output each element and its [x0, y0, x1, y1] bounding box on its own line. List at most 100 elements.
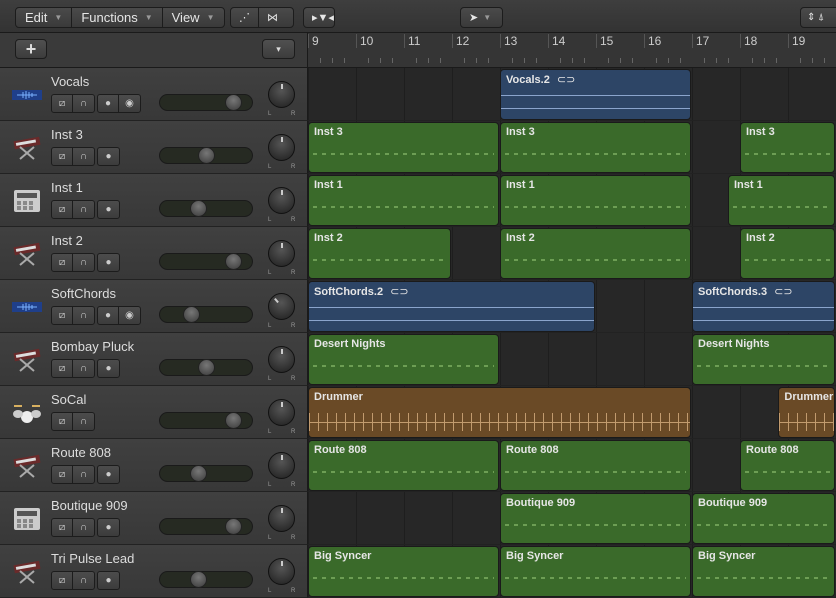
track-lane[interactable]: SoftChords.2 ⊂⊃SoftChords.3 ⊂⊃ [308, 280, 836, 333]
volume-handle[interactable] [225, 253, 242, 270]
track-lane[interactable]: Desert Nights Desert Nights [308, 333, 836, 386]
track-name[interactable]: Tri Pulse Lead [51, 551, 134, 566]
audio-region[interactable]: Vocals.2 ⊂⊃ [500, 69, 691, 120]
track-lane[interactable]: Drummer Drummer [308, 386, 836, 439]
pan-knob[interactable] [268, 240, 295, 267]
solo-headphones-button[interactable]: ∩ [73, 254, 94, 271]
track-name[interactable]: SoCal [51, 392, 86, 407]
automation-icon[interactable]: ⋰ [231, 8, 259, 27]
track-name[interactable]: Vocals [51, 74, 89, 89]
midi-region[interactable]: Route 808 [740, 440, 835, 491]
volume-handle[interactable] [190, 465, 207, 482]
pan-knob[interactable] [268, 187, 295, 214]
mute-button[interactable]: ⧄ [52, 466, 73, 483]
midi-region[interactable]: Desert Nights [308, 334, 499, 385]
solo-headphones-button[interactable]: ∩ [73, 360, 94, 377]
bar-ruler[interactable]: 910111213141516171819 [308, 33, 836, 68]
volume-slider[interactable] [159, 94, 253, 111]
solo-headphones-button[interactable]: ∩ [73, 413, 94, 430]
track-header[interactable]: SoCal ⧄∩ L R [0, 386, 308, 439]
tool-menu[interactable]: ➤▼ [460, 7, 503, 28]
pan-knob[interactable] [268, 452, 295, 479]
record-enable-button[interactable]: ● [98, 466, 119, 483]
record-enable-button[interactable]: ● [98, 519, 119, 536]
midi-region[interactable]: Inst 2 [500, 228, 691, 279]
track-lane[interactable]: Inst 2 Inst 2 Inst 2 [308, 227, 836, 280]
volume-handle[interactable] [198, 147, 215, 164]
midi-region[interactable]: Inst 1 [500, 175, 691, 226]
pan-knob[interactable] [268, 505, 295, 532]
pan-knob[interactable] [268, 399, 295, 426]
volume-handle[interactable] [190, 571, 207, 588]
midi-region[interactable]: Big Syncer [308, 546, 499, 597]
catch-playhead-icon[interactable]: ▸▼◂ [304, 8, 342, 27]
view-menu[interactable]: View▼ [163, 8, 224, 27]
record-enable-button[interactable]: ● [98, 148, 119, 165]
volume-handle[interactable] [225, 518, 242, 535]
global-tracks-button[interactable]: ▾ [262, 39, 295, 59]
track-lane[interactable]: Inst 3Inst 3Inst 3 [308, 121, 836, 174]
midi-region[interactable]: Desert Nights [692, 334, 835, 385]
drummer-region[interactable]: Drummer [778, 387, 835, 438]
volume-handle[interactable] [198, 359, 215, 376]
track-name[interactable]: Inst 2 [51, 233, 83, 248]
add-track-button[interactable]: + [15, 39, 47, 59]
pan-knob[interactable] [268, 558, 295, 585]
volume-slider[interactable] [159, 518, 253, 535]
record-enable-button[interactable]: ● [98, 360, 119, 377]
midi-region[interactable]: Inst 3 [308, 122, 499, 173]
mute-button[interactable]: ⧄ [52, 413, 73, 430]
volume-handle[interactable] [183, 306, 200, 323]
pan-knob[interactable] [268, 293, 295, 320]
track-name[interactable]: Bombay Pluck [51, 339, 134, 354]
record-enable-button[interactable]: ● [98, 307, 119, 324]
midi-region[interactable]: Big Syncer [500, 546, 691, 597]
mute-button[interactable]: ⧄ [52, 201, 73, 218]
solo-headphones-button[interactable]: ∩ [73, 201, 94, 218]
pan-knob[interactable] [268, 134, 295, 161]
record-enable-button[interactable]: ● [98, 254, 119, 271]
mute-button[interactable]: ⧄ [52, 519, 73, 536]
pointer-tool-icon[interactable]: ➤▼ [461, 8, 499, 27]
midi-region[interactable]: Route 808 [308, 440, 499, 491]
audio-region[interactable]: SoftChords.2 ⊂⊃ [308, 281, 595, 332]
track-lane[interactable]: Inst 1Inst 1Inst 1 [308, 174, 836, 227]
volume-slider[interactable] [159, 359, 253, 376]
record-enable-button[interactable]: ● [98, 95, 119, 112]
track-lane[interactable]: Route 808Route 808Route 808 [308, 439, 836, 492]
midi-region[interactable]: Inst 2 [308, 228, 451, 279]
track-name[interactable]: Inst 1 [51, 180, 83, 195]
midi-region[interactable]: Inst 3 [500, 122, 691, 173]
midi-region[interactable]: Inst 2 [740, 228, 835, 279]
track-header[interactable]: Inst 3 ⧄∩ ● L R [0, 121, 308, 174]
tracks-area[interactable]: Vocals.2 ⊂⊃Inst 3Inst 3Inst 3Inst 1Inst … [308, 68, 836, 598]
volume-slider[interactable] [159, 147, 253, 164]
solo-headphones-button[interactable]: ∩ [73, 519, 94, 536]
midi-region[interactable]: Boutique 909 [692, 493, 835, 544]
volume-slider[interactable] [159, 465, 253, 482]
drummer-region[interactable]: Drummer [308, 387, 691, 438]
mute-button[interactable]: ⧄ [52, 95, 73, 112]
track-name[interactable]: Route 808 [51, 445, 111, 460]
track-name[interactable]: Boutique 909 [51, 498, 128, 513]
record-enable-button[interactable]: ● [98, 201, 119, 218]
mute-button[interactable]: ⧄ [52, 572, 73, 589]
pan-knob[interactable] [268, 81, 295, 108]
track-lane[interactable]: Vocals.2 ⊂⊃ [308, 68, 836, 121]
volume-handle[interactable] [225, 94, 242, 111]
midi-region[interactable]: Route 808 [500, 440, 691, 491]
input-monitoring-button[interactable]: ◉ [119, 95, 140, 112]
volume-slider[interactable] [159, 571, 253, 588]
volume-slider[interactable] [159, 253, 253, 270]
pan-knob[interactable] [268, 346, 295, 373]
solo-headphones-button[interactable]: ∩ [73, 307, 94, 324]
track-header[interactable]: Boutique 909 ⧄∩ ● L R [0, 492, 308, 545]
volume-slider[interactable] [159, 306, 253, 323]
input-monitoring-button[interactable]: ◉ [119, 307, 140, 324]
record-enable-button[interactable]: ● [98, 572, 119, 589]
mute-button[interactable]: ⧄ [52, 148, 73, 165]
track-name[interactable]: SoftChords [51, 286, 116, 301]
track-header[interactable]: SoftChords ⧄∩ ●◉ L R [0, 280, 308, 333]
volume-slider[interactable] [159, 200, 253, 217]
volume-handle[interactable] [225, 412, 242, 429]
